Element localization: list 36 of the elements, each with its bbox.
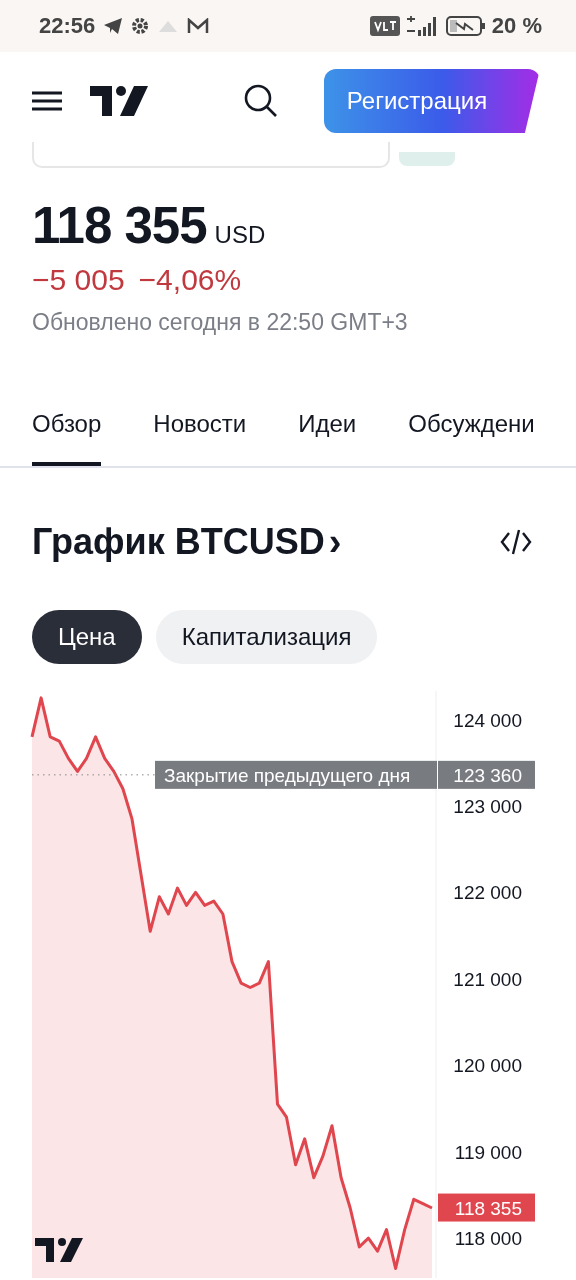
clock-time: 22:56 (39, 13, 96, 39)
price-change: −5 005 (32, 263, 125, 297)
register-button[interactable]: Регистрация (324, 69, 540, 133)
mail-icon (187, 18, 210, 34)
chevron-icon[interactable]: › (328, 520, 342, 564)
previous-close-value: 123 360 (438, 760, 535, 789)
gear-icon (131, 17, 150, 35)
previous-close-label: Закрытие предыдущего дня (155, 760, 437, 789)
updated-time: Обновлено сегодня в 22:50 GMT+3 (32, 309, 409, 336)
axis-tick-label: 124 000 (453, 709, 522, 731)
embed-code-icon[interactable] (500, 529, 532, 555)
logo-icon[interactable] (90, 86, 148, 116)
volte-icon (369, 16, 400, 36)
mode-pill[interactable]: Цена (32, 610, 142, 664)
axis-tick-label: 118 000 (454, 1228, 522, 1250)
price-value: 118 355 (32, 196, 207, 255)
axis-tick-label: 123 000 (453, 796, 522, 817)
last-price-label: 118 355 (438, 1193, 535, 1222)
tab[interactable]: Новости (153, 390, 247, 466)
tab[interactable]: Обсуждени (408, 390, 535, 466)
tab[interactable]: Идеи (298, 390, 357, 466)
battery-icon (445, 15, 486, 37)
tab[interactable]: Обзор (32, 390, 102, 466)
mode-pill[interactable]: Капитализация (155, 610, 378, 664)
axis-tick-label: 120 000 (453, 1055, 522, 1077)
menu-icon[interactable] (32, 91, 62, 111)
axis-tick-label: 119 000 (454, 1141, 522, 1163)
battery-percent: 20 % (491, 13, 542, 39)
currency-label: USD (214, 221, 266, 249)
paper-plane-icon (103, 17, 124, 35)
axis-tick-label: 121 000 (453, 968, 522, 990)
chart-title: График BTCUSD (32, 521, 325, 563)
search-icon[interactable] (244, 84, 278, 118)
logo-icon (35, 1238, 83, 1262)
axis-tick-label: 122 000 (453, 882, 522, 904)
percent-change: −4,06% (138, 263, 242, 297)
